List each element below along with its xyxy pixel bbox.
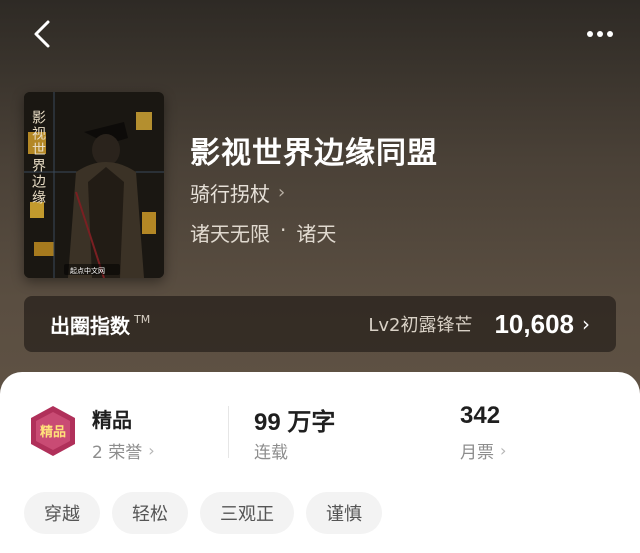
book-cover[interactable]: 影视世界边缘 起点中文网: [24, 92, 164, 278]
book-info-sheet: 精品 精品 2 荣誉 › 99 万字 连载 342 月票 › 穿越 轻松 三观正…: [0, 372, 640, 553]
tag-chip[interactable]: 轻松: [112, 492, 188, 534]
cover-art: 影视世界边缘 起点中文网: [24, 92, 164, 278]
book-title: 影视世界边缘同盟: [190, 136, 438, 171]
top-bar: [0, 0, 640, 70]
monthly-ticket-link[interactable]: 月票 ›: [460, 438, 506, 463]
back-button[interactable]: [26, 18, 58, 50]
index-value: 10,608: [494, 308, 574, 339]
tag-list: 穿越 轻松 三观正 谨慎: [24, 492, 382, 534]
popularity-index-bar[interactable]: 出圈指数 TM Lv2初露锋芒 10,608 ›: [24, 296, 616, 352]
quality-title: 精品: [92, 408, 132, 432]
stats-row: 精品 精品 2 荣誉 › 99 万字 连载 342 月票 ›: [0, 372, 640, 472]
more-button[interactable]: [582, 22, 618, 46]
genre-primary: 诸天无限: [190, 222, 270, 246]
stats-divider: [228, 406, 229, 458]
chevron-right-icon: ›: [582, 312, 590, 336]
chevron-right-icon: ›: [500, 441, 507, 460]
serial-status-text: 连载: [254, 443, 288, 463]
more-dots-icon: [587, 31, 593, 37]
genre-secondary: 诸天: [296, 222, 337, 246]
genre-line: 诸天无限 · 诸天: [190, 218, 336, 247]
author-name: 骑行拐杖: [190, 182, 270, 206]
book-header: 影视世界边缘 起点中文网 影视世界边缘同盟 骑行拐杖 › 诸天无限 · 诸天 出…: [0, 0, 640, 400]
serial-status: 连载: [254, 438, 288, 463]
chevron-left-icon: [34, 20, 50, 48]
honors-link[interactable]: 2 荣誉 ›: [92, 438, 155, 463]
honors-count: 2 荣誉: [92, 443, 143, 463]
chevron-right-icon: ›: [148, 441, 155, 460]
tag-chip[interactable]: 三观正: [200, 492, 294, 534]
monthly-ticket-count: 342: [460, 402, 501, 429]
author-link[interactable]: 骑行拐杖 ›: [190, 178, 285, 207]
badge-text: 精品: [40, 424, 66, 440]
cover-title-text: 影视世界边缘: [30, 110, 46, 206]
word-count: 99 万字: [254, 409, 336, 436]
chevron-right-icon: ›: [278, 182, 286, 203]
tag-chip[interactable]: 谨慎: [306, 492, 382, 534]
quality-badge-icon[interactable]: 精品: [26, 404, 80, 458]
index-level: Lv2初露锋芒: [368, 315, 473, 336]
trademark-mark: TM: [134, 312, 151, 326]
genre-separator: ·: [280, 218, 287, 242]
index-label: 出圈指数: [50, 313, 130, 338]
monthly-ticket-label: 月票: [460, 443, 494, 463]
cover-publisher-text: 起点中文网: [70, 266, 105, 275]
tag-chip[interactable]: 穿越: [24, 492, 100, 534]
